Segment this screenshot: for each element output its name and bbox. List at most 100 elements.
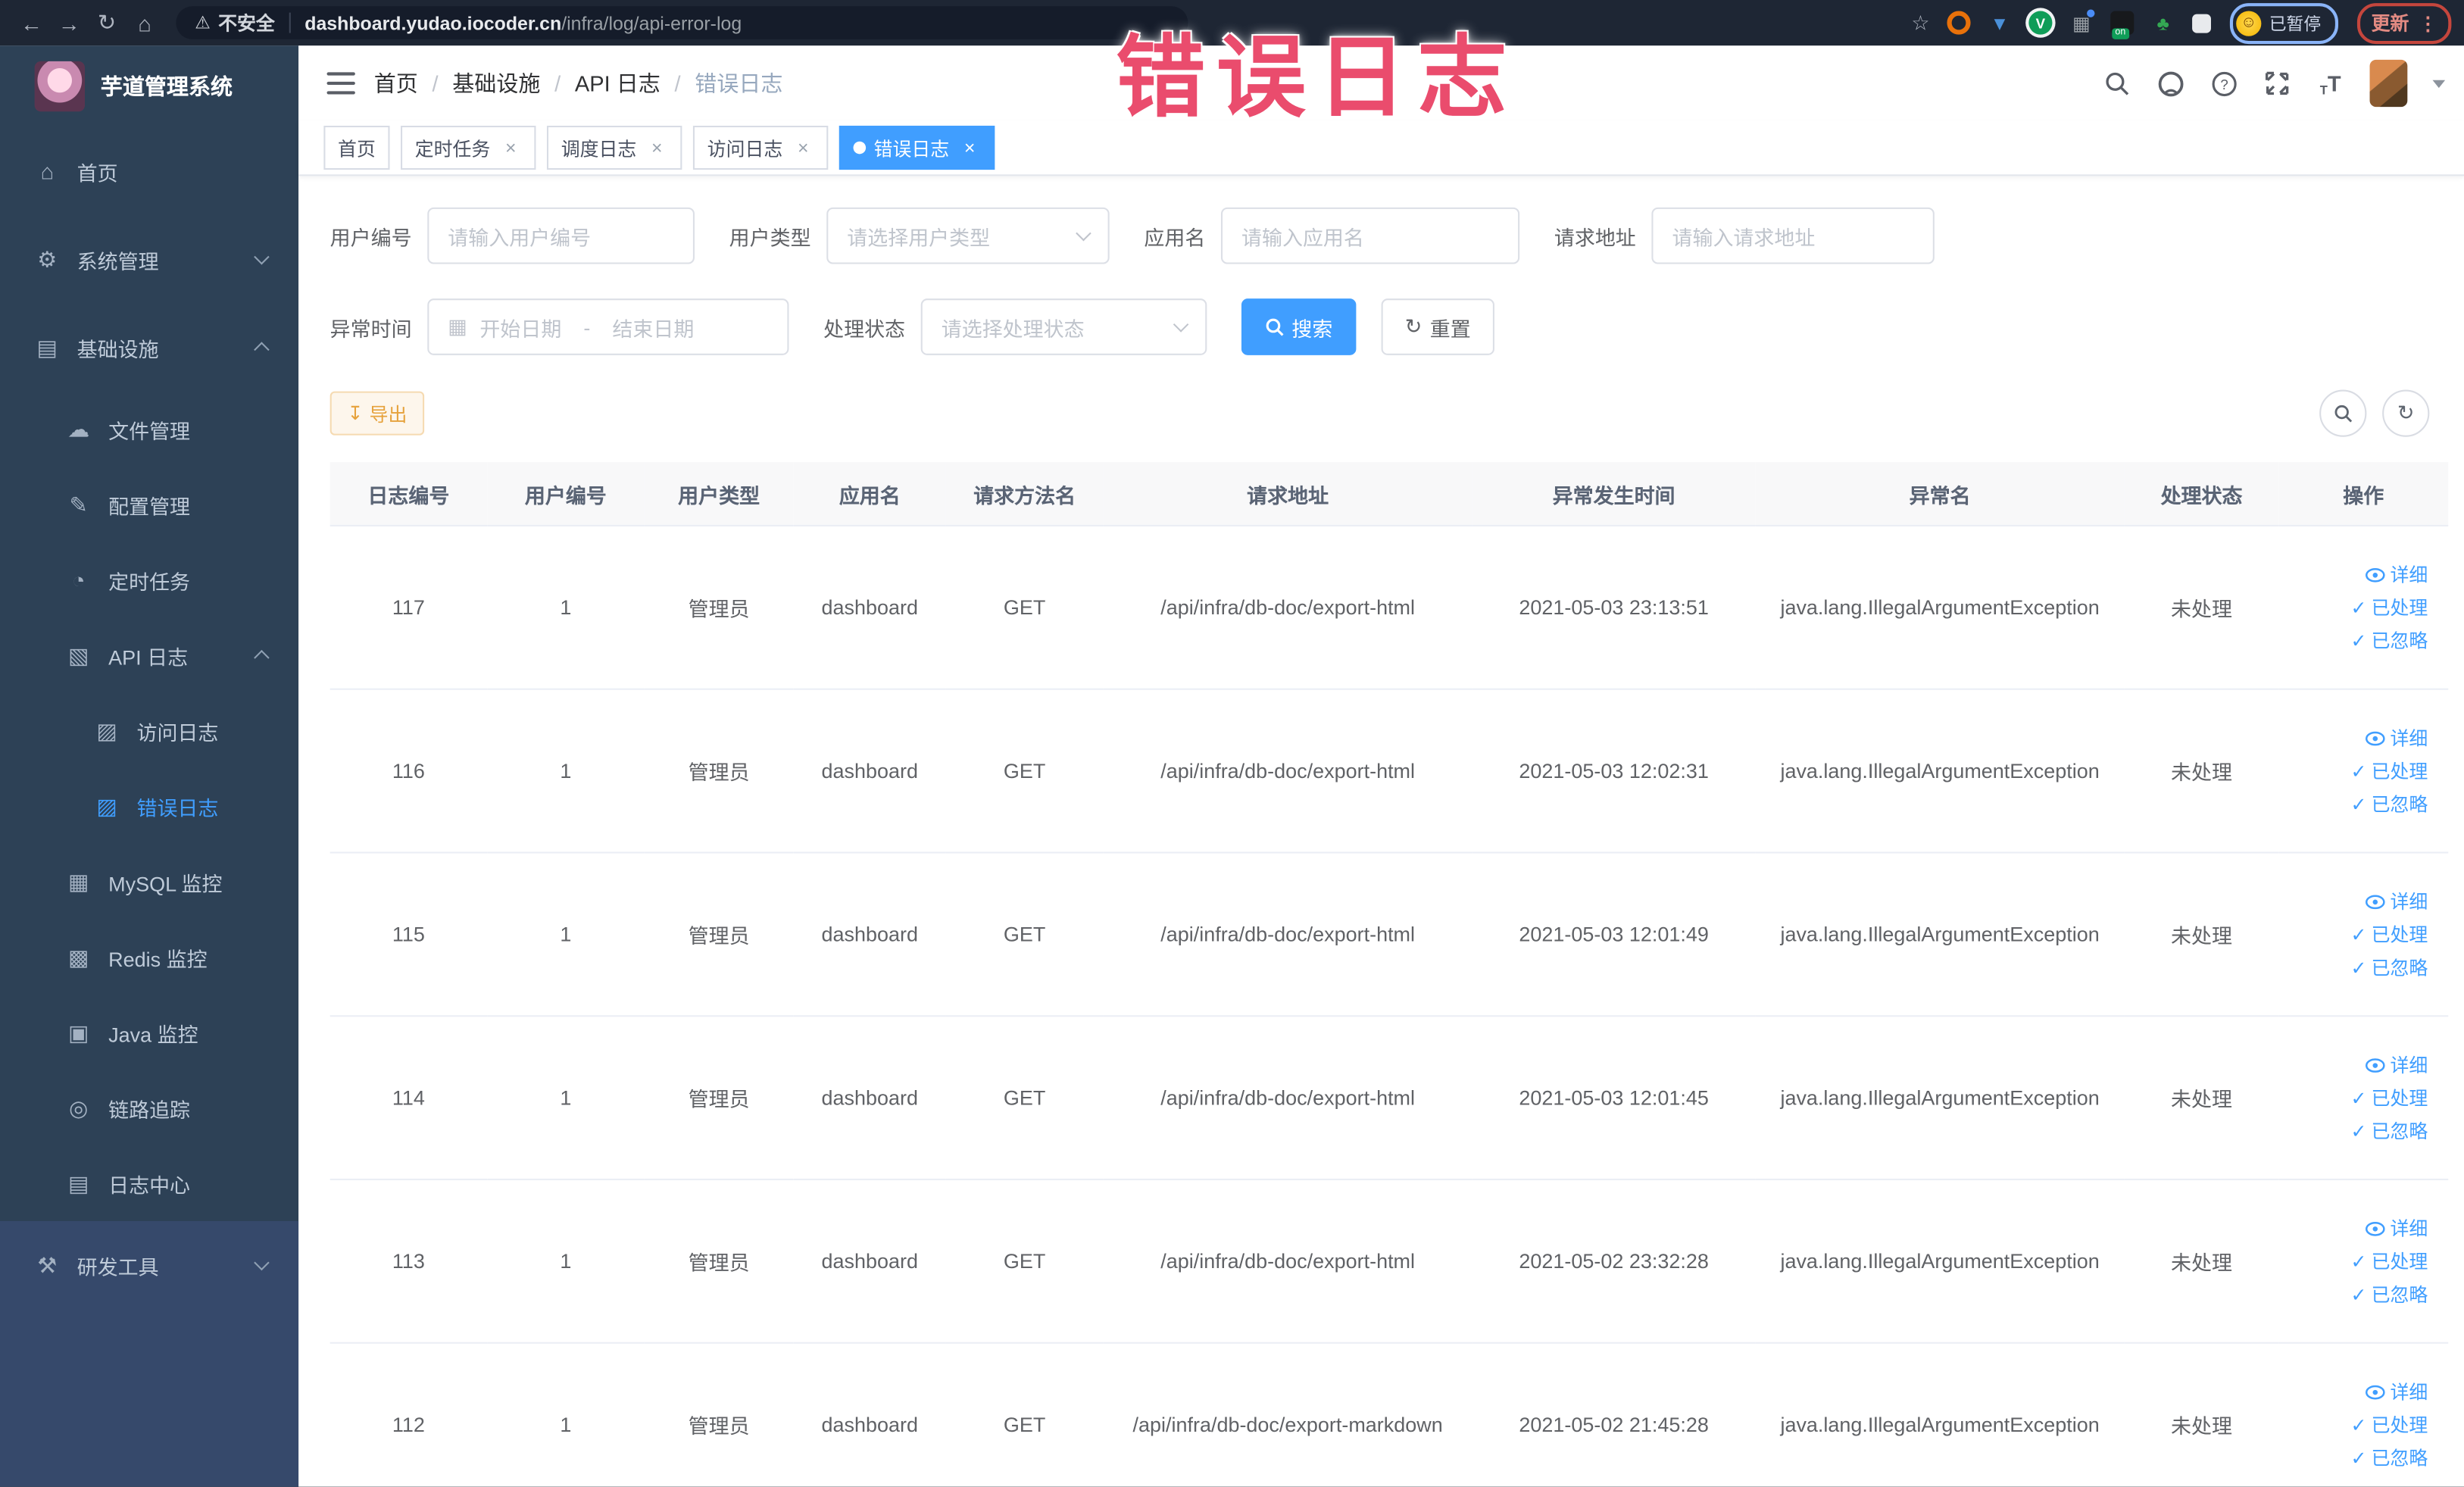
exception-time-range-input[interactable]: ▦ 开始日期 - 结束日期 [427, 298, 789, 355]
extension-leaf-icon[interactable]: ♣ [2151, 11, 2175, 35]
process-status-select[interactable]: 请选择处理状态 [920, 298, 1207, 355]
tag-close-icon[interactable]: × [646, 136, 668, 158]
sidebar-item-定时任务[interactable]: ◔ 定时任务 [0, 542, 298, 618]
action-label: 详细 [2390, 1217, 2428, 1240]
tag-访问日志[interactable]: 访问日志 × [693, 125, 829, 170]
forward-icon[interactable]: → [50, 10, 88, 35]
sidebar-item-label: 链路追踪 [108, 1098, 191, 1122]
sidebar-item-Java-监控[interactable]: ▣ Java 监控 [0, 995, 298, 1070]
sidebar-item-基础设施[interactable]: ▤ 基础设施 [0, 303, 298, 391]
sidebar-item-日志中心[interactable]: ▤ 日志中心 [0, 1145, 298, 1221]
top-navbar: 首页 / 基础设施 / API 日志 / 错误日志 ? TT [298, 45, 2464, 121]
collapse-sidebar-icon[interactable] [326, 72, 355, 95]
action-label: 已忽略 [2371, 1447, 2428, 1470]
search-button[interactable]: 搜索 [1241, 298, 1357, 355]
tag-label: 首页 [338, 137, 376, 160]
breadcrumb-separator: / [674, 70, 681, 96]
check-icon: ✓ [2350, 923, 2367, 945]
processed-link[interactable]: ✓ 已处理 [2350, 1248, 2428, 1274]
processed-link[interactable]: ✓ 已处理 [2350, 594, 2428, 620]
sidebar-menu-dev-section: ⚒ 研发工具 [0, 1220, 299, 1487]
detail-link[interactable]: 详细 [2365, 888, 2428, 914]
address-bar[interactable]: ⚠ 不安全 dashboard.yudao.iocoder.cn/infra/l… [176, 6, 1188, 39]
fullscreen-icon[interactable] [2263, 69, 2291, 97]
user-type-select[interactable]: 请选择用户类型 [826, 207, 1110, 264]
tag-close-icon[interactable]: × [500, 136, 522, 158]
export-button[interactable]: ↧ 导出 [329, 391, 425, 436]
back-icon[interactable]: ← [13, 10, 51, 35]
action-label: 已处理 [2371, 923, 2428, 946]
processed-link[interactable]: ✓ 已处理 [2350, 1084, 2428, 1111]
detail-link[interactable]: 详细 [2365, 561, 2428, 588]
detail-link[interactable]: 详细 [2365, 1051, 2428, 1078]
user-id-input[interactable]: 请输入用户编号 [427, 207, 695, 264]
sidebar-item-label: 研发工具 [77, 1254, 159, 1279]
search-icon[interactable] [2103, 69, 2131, 97]
ignored-link[interactable]: ✓ 已忽略 [2350, 954, 2428, 980]
ignored-link[interactable]: ✓ 已忽略 [2350, 627, 2428, 654]
tag-首页[interactable]: 首页 [323, 125, 390, 170]
avatar-caret-down-icon[interactable] [2432, 79, 2446, 88]
column-header-操作: 操作 [2278, 461, 2449, 526]
ignored-link[interactable]: ✓ 已忽略 [2350, 1445, 2428, 1471]
profile-paused-chip[interactable]: ☺ 已暂停 [2229, 2, 2339, 44]
reload-icon[interactable]: ↻ [88, 9, 126, 36]
extensions-puzzle-icon[interactable] [2192, 13, 2211, 33]
processed-link[interactable]: ✓ 已处理 [2350, 758, 2428, 784]
tag-调度日志[interactable]: 调度日志 × [547, 125, 682, 170]
sidebar-item-错误日志[interactable]: ▨ 错误日志 [0, 768, 298, 844]
sidebar-item-API-日志[interactable]: ▧ API 日志 [0, 617, 298, 693]
detail-link[interactable]: 详细 [2365, 724, 2428, 751]
browser-update-button[interactable]: 更新 ⋮ [2356, 2, 2452, 44]
ignored-link[interactable]: ✓ 已忽略 [2350, 1281, 2428, 1307]
breadcrumb-item-基础设施[interactable]: 基础设施 [452, 67, 540, 98]
breadcrumb-item-首页[interactable]: 首页 [374, 67, 418, 98]
processed-link[interactable]: ✓ 已处理 [2350, 1411, 2428, 1438]
check-icon: ✓ [2350, 629, 2367, 651]
extension-grid-icon[interactable]: ▦ [2069, 9, 2095, 35]
detail-link[interactable]: 详细 [2365, 1215, 2428, 1242]
security-label: 不安全 [218, 12, 275, 35]
sidebar-item-首页[interactable]: ⌂ 首页 [0, 127, 298, 215]
request-url-input[interactable]: 请输入请求地址 [1651, 207, 1935, 264]
main-content: 首页 / 基础设施 / API 日志 / 错误日志 ? TT 首页 定时任务 ×… [298, 45, 2464, 1487]
extension-green-v-icon[interactable]: V [2028, 11, 2053, 35]
sidebar-item-文件管理[interactable]: ☁ 文件管理 [0, 392, 298, 467]
detail-link[interactable]: 详细 [2365, 1378, 2428, 1404]
reset-button[interactable]: ↻ 重置 [1381, 298, 1494, 355]
user-avatar[interactable] [2369, 59, 2408, 108]
refresh-button[interactable]: ↻ [2382, 389, 2430, 437]
sidebar-item-链路追踪[interactable]: ◎ 链路追踪 [0, 1070, 298, 1146]
cell-user_id: 1 [487, 525, 645, 690]
toggle-search-button[interactable] [2319, 389, 2367, 437]
ignored-link[interactable]: ✓ 已忽略 [2350, 1117, 2428, 1144]
tag-定时任务[interactable]: 定时任务 × [401, 125, 536, 170]
config-icon: ✎ [69, 491, 88, 517]
update-label: 更新 [2371, 12, 2409, 35]
bookmark-star-icon[interactable]: ☆ [1911, 10, 1929, 35]
tag-close-icon[interactable]: × [792, 136, 814, 158]
sidebar-item-Redis-监控[interactable]: ▩ Redis 监控 [0, 920, 298, 995]
processed-link[interactable]: ✓ 已处理 [2350, 921, 2428, 948]
ignored-link[interactable]: ✓ 已忽略 [2350, 791, 2428, 817]
sidebar-item-访问日志[interactable]: ▨ 访问日志 [0, 693, 298, 769]
sidebar-item-系统管理[interactable]: ⚙ 系统管理 [0, 215, 298, 303]
sidebar-item-配置管理[interactable]: ✎ 配置管理 [0, 467, 298, 542]
extension-orange-icon[interactable] [1947, 11, 1971, 35]
font-size-icon[interactable]: TT [2316, 69, 2344, 97]
browser-home-icon[interactable]: ⌂ [126, 10, 164, 35]
cell-method: GET [945, 1179, 1104, 1344]
tag-close-icon[interactable]: × [959, 136, 981, 158]
github-icon[interactable] [2156, 69, 2184, 97]
help-icon[interactable]: ? [2209, 69, 2238, 97]
app-name-input[interactable]: 请输入应用名 [1221, 207, 1520, 264]
extension-switch-on-icon[interactable] [2110, 11, 2135, 39]
breadcrumb-item-API-日志[interactable]: API 日志 [575, 67, 661, 98]
sidebar-item-MySQL-监控[interactable]: ▦ MySQL 监控 [0, 844, 298, 920]
extension-shield-icon[interactable]: ▼ [1988, 11, 2011, 35]
tag-错误日志[interactable]: 错误日志 × [839, 125, 995, 170]
app-logo-row[interactable]: 芋道管理系统 [0, 45, 298, 127]
sidebar-item-研发工具[interactable]: ⚒ 研发工具 [0, 1221, 298, 1309]
cell-app: dashboard [793, 689, 946, 854]
cell-exception: java.lang.IllegalArgumentException [1755, 1016, 2125, 1181]
